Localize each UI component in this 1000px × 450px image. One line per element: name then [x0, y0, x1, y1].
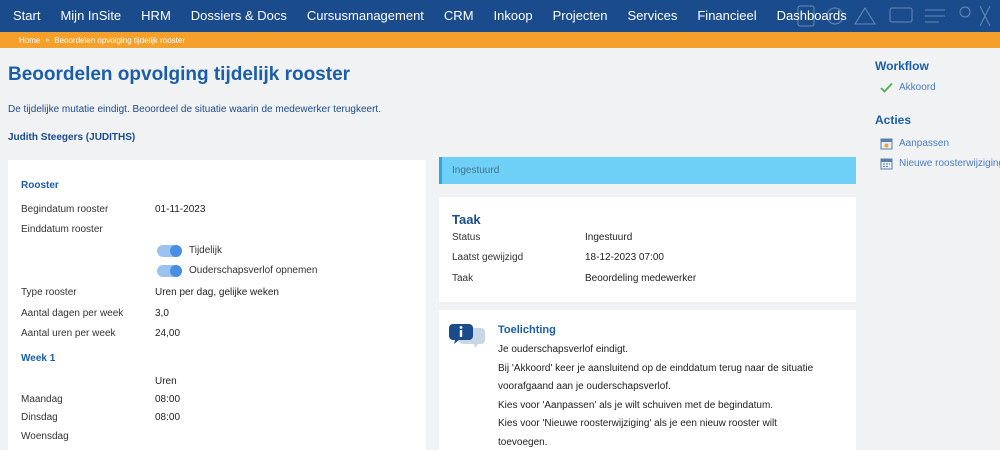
taak-gewijzigd-value: 18-12-2023 07:00: [585, 252, 664, 263]
uren-column-header: Uren: [155, 376, 177, 387]
acties-heading: Acties: [875, 113, 912, 127]
page-title: Beoordelen opvolging tijdelijk rooster: [8, 64, 351, 85]
einddatum-label: Einddatum rooster: [21, 224, 103, 235]
nav-menu: Start Mijn InSite HRM Dossiers & Docs Cu…: [0, 0, 857, 32]
toelichting-line: Je ouderschapsverlof eindigt.: [498, 344, 629, 355]
week-1-title: Week 1: [21, 353, 56, 364]
nav-item-projecten[interactable]: Projecten: [543, 0, 618, 32]
uren-per-week-value: 24,00: [155, 328, 181, 339]
day-hours: 08:00: [155, 394, 181, 405]
toelichting-line: voorafgaand aan je ouderschapsverlof.: [498, 381, 671, 392]
breadcrumb-separator-icon: »: [45, 36, 50, 44]
taak-gewijzigd-label: Laatst gewijzigd: [452, 252, 524, 263]
nieuwe-roosterwijziging-label: Nieuwe roosterwijziging: [899, 158, 1000, 169]
toelichting-line: Kies voor 'Aanpassen' als je wilt schuiv…: [498, 399, 774, 411]
akkoord-action[interactable]: Akkoord: [880, 82, 936, 93]
toelichting-line: Kies voor 'Nieuwe roosterwijziging' als …: [498, 418, 777, 429]
begindatum-value: 01-11-2023: [155, 204, 206, 215]
toelichting-panel: Toelichting Je ouderschapsverlof eindigt…: [439, 310, 856, 450]
taak-panel: Taak Status Ingestuurd Laatst gewijzigd …: [439, 197, 856, 302]
dagen-per-week-value: 3,0: [155, 308, 169, 319]
ouderschapsverlof-toggle-label: Ouderschapsverlof opnemen: [189, 265, 318, 276]
day-label: Woensdag: [21, 431, 69, 442]
nav-item-mijn-insite[interactable]: Mijn InSite: [50, 0, 131, 32]
tijdelijk-toggle-label: Tijdelijk: [189, 245, 222, 256]
breadcrumb-current: Beoordelen opvolging tijdelijk rooster: [54, 35, 185, 45]
toelichting-line: toevoegen.: [498, 436, 548, 448]
nav-item-dossiers-docs[interactable]: Dossiers & Docs: [181, 0, 297, 32]
aanpassen-action[interactable]: Aanpassen: [880, 137, 949, 150]
day-hours: 08:00: [155, 412, 181, 423]
check-icon: [880, 82, 893, 93]
rooster-section-title: Rooster: [21, 180, 59, 191]
nav-item-start[interactable]: Start: [0, 0, 50, 32]
nav-item-financieel[interactable]: Financieel: [687, 0, 766, 32]
nieuwe-roosterwijziging-action[interactable]: Nieuwe roosterwijziging: [880, 157, 1000, 170]
decorative-doodles-icon: [797, 5, 991, 27]
type-rooster-label: Type rooster: [21, 287, 77, 298]
status-banner: Ingestuurd: [439, 157, 856, 184]
calendar-icon: [880, 158, 893, 170]
status-banner-label: Ingestuurd: [452, 165, 500, 176]
calendar-edit-icon: [880, 138, 893, 150]
nav-item-services[interactable]: Services: [618, 0, 688, 32]
taak-taak-label: Taak: [452, 273, 474, 284]
breadcrumb: Home » Beoordelen opvolging tijdelijk ro…: [0, 32, 1000, 48]
nav-item-crm[interactable]: CRM: [434, 0, 484, 32]
toelichting-title: Toelichting: [498, 324, 556, 336]
uren-per-week-label: Aantal uren per week: [21, 328, 116, 339]
toelichting-text: Je ouderschapsverlof eindigt. Bij 'Akkoo…: [498, 341, 843, 450]
taak-taak-value: Beoordeling medewerker: [585, 273, 697, 284]
ouderschapsverlof-toggle[interactable]: [157, 265, 182, 277]
workflow-heading: Workflow: [875, 59, 929, 73]
page-description: De tijdelijke mutatie eindigt. Beoordeel…: [8, 104, 381, 115]
info-chat-icon: [449, 324, 485, 348]
dagen-per-week-label: Aantal dagen per week: [21, 308, 124, 319]
type-rooster-value: Uren per dag, gelijke weken: [155, 287, 279, 298]
breadcrumb-home[interactable]: Home: [19, 36, 40, 45]
top-navigation: Start Mijn InSite HRM Dossiers & Docs Cu…: [0, 0, 1000, 32]
akkoord-label: Akkoord: [899, 82, 936, 93]
taak-title: Taak: [452, 212, 481, 227]
day-label: Maandag: [21, 394, 63, 405]
taak-status-value: Ingestuurd: [585, 232, 633, 243]
tijdelijk-toggle[interactable]: [157, 245, 182, 257]
begindatum-label: Begindatum rooster: [21, 204, 109, 215]
nav-item-hrm[interactable]: HRM: [131, 0, 181, 32]
taak-status-label: Status: [452, 232, 481, 243]
day-label: Dinsdag: [21, 412, 58, 423]
employee-name: Judith Steegers (JUDITHS): [8, 132, 136, 143]
nav-item-cursusmanagement[interactable]: Cursusmanagement: [297, 0, 434, 32]
aanpassen-label: Aanpassen: [899, 138, 950, 149]
toelichting-line: Bij 'Akkoord' keer je aansluitend op de …: [498, 362, 814, 374]
nav-item-inkoop[interactable]: Inkoop: [484, 0, 543, 32]
rooster-panel: Rooster Begindatum rooster 01-11-2023 Ei…: [8, 160, 426, 450]
